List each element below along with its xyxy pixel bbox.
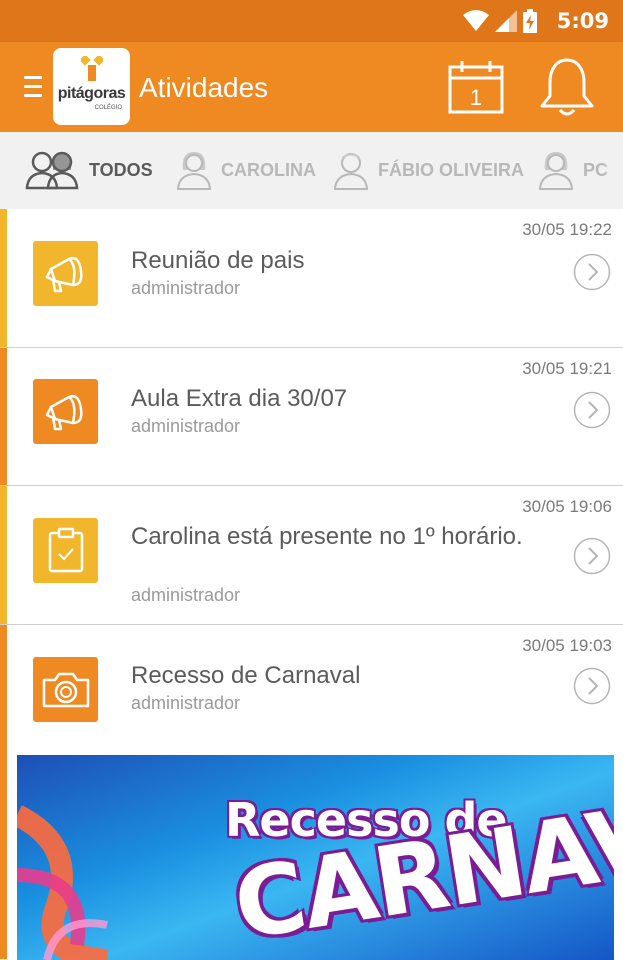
feed-item[interactable]: 30/05 19:22 Reunião de pais administrado… bbox=[0, 209, 623, 348]
item-timestamp: 30/05 19:21 bbox=[522, 359, 612, 378]
item-title: Reunião de pais bbox=[131, 247, 305, 274]
filter-all-label: TODOS bbox=[89, 159, 153, 180]
clock: 5:09 bbox=[556, 9, 609, 33]
item-timestamp: 30/05 19:06 bbox=[522, 497, 612, 516]
item-icon-tile bbox=[33, 379, 98, 444]
item-accent-bar bbox=[0, 348, 7, 485]
filter-fabio-oliveira-label: FÁBIO OLIVEIRA bbox=[378, 159, 525, 180]
item-author: administrador bbox=[131, 585, 241, 605]
filter-carolina-label: CAROLINA bbox=[221, 159, 316, 180]
girl-avatar-icon bbox=[538, 152, 574, 190]
filter-carolina[interactable]: CAROLINA bbox=[176, 150, 316, 190]
item-icon-tile bbox=[33, 657, 98, 722]
carnival-banner-image[interactable]: Recesso de CARNAVAL bbox=[17, 755, 614, 960]
item-accent-bar bbox=[0, 625, 7, 959]
school-logo[interactable]: pitágoras COLÉGIO bbox=[53, 48, 130, 125]
item-accent-bar bbox=[0, 486, 7, 624]
feed-item[interactable]: 30/05 19:06 Carolina está presente no 1º… bbox=[0, 486, 623, 625]
logo-wordmark: pitágoras bbox=[57, 85, 126, 102]
camera-icon bbox=[42, 672, 89, 707]
item-title: Recesso de Carnaval bbox=[131, 662, 361, 689]
chevron-right-icon[interactable] bbox=[573, 537, 611, 575]
item-title: Carolina está presente no 1º horário. bbox=[131, 523, 523, 550]
chevron-right-icon[interactable] bbox=[573, 667, 611, 705]
item-title: Aula Extra dia 30/07 bbox=[131, 385, 348, 412]
status-icons bbox=[463, 9, 537, 33]
notifications-button[interactable] bbox=[538, 56, 596, 120]
menu-button[interactable] bbox=[24, 76, 42, 100]
item-accent-bar bbox=[0, 209, 7, 347]
student-filter-bar: TODOS CAROLINA FÁBIO OLIVEIRA PC bbox=[0, 132, 623, 209]
chevron-right-icon[interactable] bbox=[573, 391, 611, 429]
megaphone-icon bbox=[45, 256, 83, 292]
status-bar: 5:09 bbox=[0, 0, 623, 42]
activity-feed: 30/05 19:22 Reunião de pais administrado… bbox=[0, 209, 623, 960]
calendar-day: 1 bbox=[470, 85, 482, 110]
item-author: administrador bbox=[131, 693, 241, 713]
calendar-icon: 1 bbox=[448, 61, 504, 114]
logo-subtitle: COLÉGIO bbox=[94, 105, 122, 111]
item-author: administrador bbox=[131, 416, 241, 436]
feed-item[interactable]: 30/05 19:21 Aula Extra dia 30/07 adminis… bbox=[0, 348, 623, 486]
item-icon-tile bbox=[33, 518, 98, 583]
item-timestamp: 30/05 19:22 bbox=[522, 220, 612, 239]
bell-icon bbox=[540, 58, 594, 116]
logo-mark-icon bbox=[81, 56, 103, 81]
megaphone-icon bbox=[45, 394, 83, 430]
filter-pc[interactable]: PC bbox=[538, 150, 608, 190]
battery-charging-icon bbox=[523, 9, 537, 33]
girl-avatar-icon bbox=[176, 152, 212, 190]
boy-avatar-icon bbox=[333, 153, 369, 190]
item-icon-tile bbox=[33, 241, 98, 306]
page-title: Atividades bbox=[139, 72, 269, 103]
item-author: administrador bbox=[131, 278, 241, 298]
filter-all[interactable]: TODOS bbox=[24, 150, 153, 190]
feed-item[interactable]: 30/05 19:03 Recesso de Carnaval administ… bbox=[0, 625, 623, 960]
wifi-icon bbox=[463, 10, 489, 31]
filter-fabio-oliveira[interactable]: FÁBIO OLIVEIRA bbox=[333, 150, 524, 190]
app-bar: pitágoras COLÉGIO Atividades 1 bbox=[0, 42, 623, 132]
chevron-right-icon[interactable] bbox=[573, 253, 611, 291]
item-timestamp: 30/05 19:03 bbox=[522, 636, 612, 655]
streamer-decoration bbox=[17, 805, 109, 960]
clipboard-check-icon bbox=[48, 527, 83, 572]
calendar-button[interactable]: 1 bbox=[448, 60, 504, 114]
group-avatar-icon bbox=[25, 151, 79, 190]
signal-icon bbox=[495, 10, 517, 32]
